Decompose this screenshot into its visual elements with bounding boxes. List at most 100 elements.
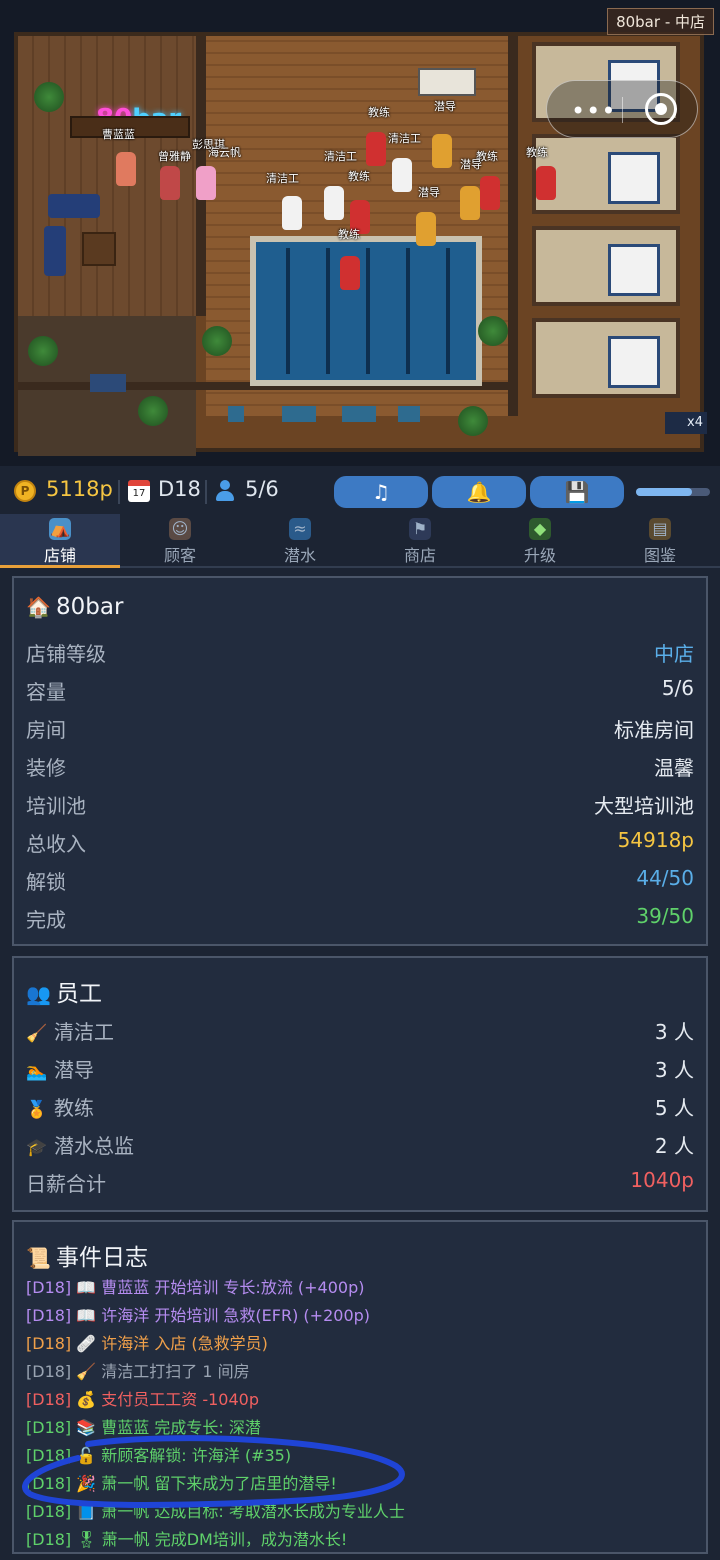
event-log-panel: 📜 事件日志 [D18] 📖 曹蓝蓝 开始培训 专长:放流 (+400p) [D1… xyxy=(12,1220,708,1554)
hand-drawn-annotation xyxy=(22,1435,405,1508)
aquarium xyxy=(342,406,376,422)
tab-store[interactable]: ⚑ 商店 xyxy=(360,514,480,568)
salary-row: 日薪合计 1040p xyxy=(26,1168,694,1198)
person-icon xyxy=(214,480,236,502)
tab-collection[interactable]: ▤ 图鉴 xyxy=(600,514,720,568)
plant xyxy=(478,316,508,346)
tab-diving[interactable]: ≈ 潜水 xyxy=(240,514,360,568)
scroll-icon: 📜 xyxy=(26,1246,51,1270)
staff-character[interactable] xyxy=(340,256,360,290)
more-icon[interactable]: ••• xyxy=(571,97,616,125)
tab-shop[interactable]: ⛺ 店铺 xyxy=(0,514,120,568)
capsule-divider xyxy=(622,97,623,123)
calendar-icon: 17 xyxy=(128,480,150,502)
name-tag: 海云帆 xyxy=(208,146,241,159)
volume-slider[interactable] xyxy=(636,488,710,496)
upgrade-icon: ◆ xyxy=(529,518,551,540)
row-label: 装修 xyxy=(26,756,66,780)
shop-icon: ⚑ xyxy=(409,518,431,540)
row-value: 2 人 xyxy=(654,1134,694,1158)
pool-lane xyxy=(366,248,370,374)
shop-row: 店铺等级 中店 xyxy=(26,638,694,668)
sofa xyxy=(44,226,66,276)
graduation-cap-icon: 🎓 xyxy=(26,1138,48,1158)
shop-title: 🏠 80bar xyxy=(26,594,123,620)
day-value: D18 xyxy=(158,477,201,501)
staff-character[interactable] xyxy=(536,166,556,200)
music-icon: ♫ xyxy=(372,480,390,504)
name-tag: 曾雅静 xyxy=(158,150,191,163)
row-value: 5/6 xyxy=(661,676,694,700)
music-button[interactable]: ♫ xyxy=(334,476,428,508)
row-value: 3 人 xyxy=(654,1020,694,1044)
staff-character[interactable] xyxy=(282,196,302,230)
row-value: 54918p xyxy=(617,828,694,852)
row-label: 教练 xyxy=(54,1096,94,1120)
name-tag: 教练 xyxy=(368,106,390,119)
tab-upgrade[interactable]: ◆ 升级 xyxy=(480,514,600,568)
medal-icon: 🏅 xyxy=(26,1100,48,1120)
shop-row: 容量 5/6 xyxy=(26,676,694,706)
sofa xyxy=(48,194,100,218)
tab-customers[interactable]: ☺ 顾客 xyxy=(120,514,240,568)
mini-program-capsule[interactable]: ••• xyxy=(546,80,698,138)
row-label: 培训池 xyxy=(26,794,86,818)
name-tag: 清洁工 xyxy=(266,172,299,185)
speed-button[interactable]: x4 xyxy=(665,412,707,434)
tab-label: 潜水 xyxy=(283,546,316,565)
plant xyxy=(34,82,64,112)
customer-character[interactable] xyxy=(196,166,216,200)
guest-room[interactable] xyxy=(532,318,680,398)
bell-icon: 🔔 xyxy=(466,480,492,504)
staff-character[interactable] xyxy=(432,134,452,168)
coin-icon: P xyxy=(14,480,36,502)
customer-character[interactable] xyxy=(116,152,136,186)
staff-character[interactable] xyxy=(480,176,500,210)
log-entry: [D18] 💰 支付员工工资 -1040p xyxy=(26,1390,259,1409)
tab-label: 图鉴 xyxy=(643,546,676,565)
shop-name: 80bar xyxy=(56,594,124,620)
notification-button[interactable]: 🔔 xyxy=(432,476,526,508)
log-entry: [D18] 📖 许海洋 开始培训 急救(EFR) (+200p) xyxy=(26,1306,371,1325)
shop-row: 培训池 大型培训池 xyxy=(26,790,694,820)
save-button[interactable]: 💾 xyxy=(530,476,624,508)
staff-character[interactable] xyxy=(392,158,412,192)
row-value: 39/50 xyxy=(636,904,694,928)
tab-label: 商店 xyxy=(403,546,436,565)
row-label: 清洁工 xyxy=(54,1020,114,1044)
bed xyxy=(608,336,660,388)
plant xyxy=(28,336,58,366)
shop-row: 装修 温馨 xyxy=(26,752,694,782)
shop-panel: 🏠 80bar 店铺等级 中店 容量 5/6 房间 标准房间 装修 温馨 培训池 大型培训池… xyxy=(12,576,708,946)
staff-title: 👥 员工 xyxy=(26,974,102,1008)
house-icon: 🏠 xyxy=(26,595,51,619)
staff-character[interactable] xyxy=(324,186,344,220)
log-entry: [D18] 📖 曹蓝蓝 开始培训 专长:放流 (+400p) xyxy=(26,1278,365,1297)
row-value: 44/50 xyxy=(636,866,694,890)
tab-label: 顾客 xyxy=(163,546,196,565)
tab-bar: ⛺ 店铺 ☺ 顾客 ≈ 潜水 ⚑ 商店 ◆ 升级 ▤ 图鉴 xyxy=(0,514,720,568)
doormat xyxy=(90,374,126,392)
wall xyxy=(508,36,518,416)
log-entry: [D18] 🧹 清洁工打扫了 1 间房 xyxy=(26,1362,250,1381)
bed xyxy=(608,152,660,204)
staff-character[interactable] xyxy=(416,212,436,246)
close-target-icon[interactable] xyxy=(645,93,677,125)
tab-label: 升级 xyxy=(523,546,556,565)
shop-row: 解锁 44/50 xyxy=(26,866,694,896)
row-label: 潜水总监 xyxy=(54,1134,134,1158)
staff-character[interactable] xyxy=(460,186,480,220)
tab-label: 店铺 xyxy=(43,546,76,565)
staff-character[interactable] xyxy=(366,132,386,166)
staff-row: 🏅 教练 5 人 xyxy=(26,1092,694,1122)
row-value: 温馨 xyxy=(654,756,694,780)
event-log-title: 📜 事件日志 xyxy=(26,1238,148,1272)
guest-room[interactable] xyxy=(532,226,680,306)
training-pool[interactable] xyxy=(250,236,482,386)
pool-lane xyxy=(326,248,330,374)
plant xyxy=(138,396,168,426)
customer-character[interactable] xyxy=(160,166,180,200)
game-scene[interactable]: 80bar xyxy=(0,0,720,466)
money-value: 5118p xyxy=(46,477,113,501)
row-label: 潜导 xyxy=(54,1058,94,1082)
